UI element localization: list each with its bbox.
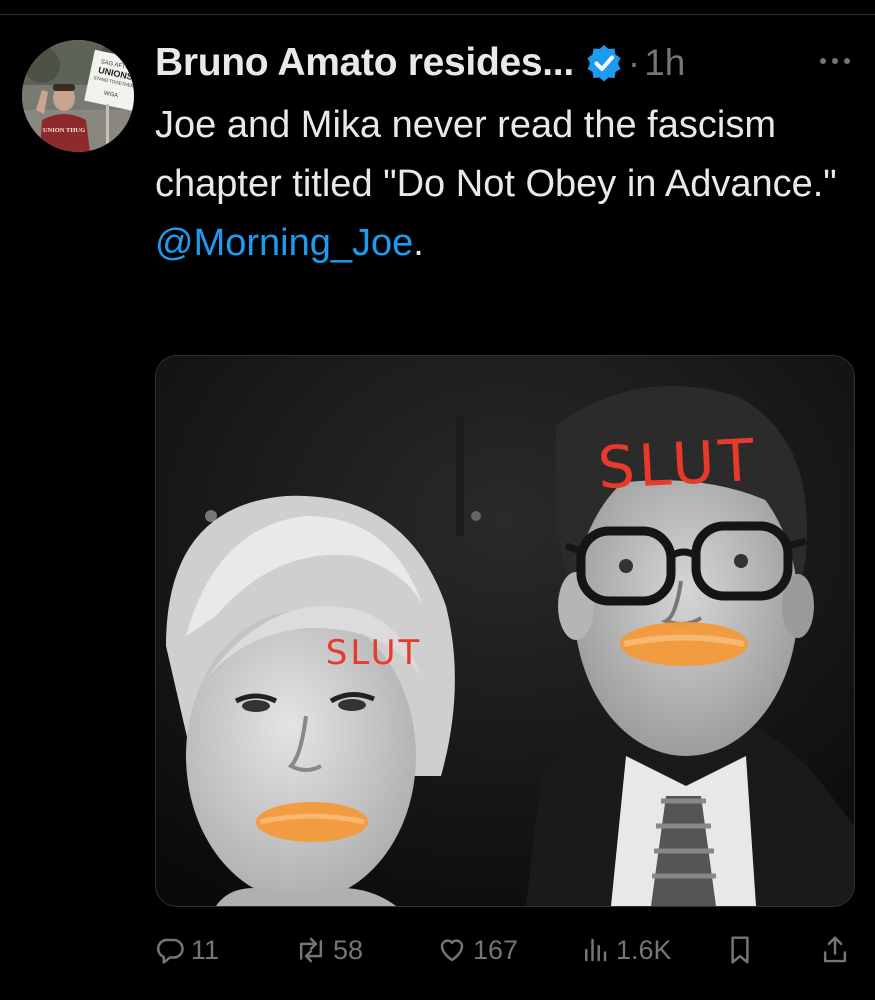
- author-name[interactable]: Bruno Amato resides...: [155, 41, 574, 85]
- views-icon: [585, 938, 607, 962]
- reply-icon: [156, 938, 184, 964]
- tweet-text: Joe and Mika never read the fascism chap…: [155, 96, 845, 273]
- tweet-media[interactable]: SLUT SLUT: [155, 355, 855, 907]
- like-count: 167: [473, 934, 519, 965]
- avatar-image: SAG AFTRA UNIONS STAND TOGETHER WGA UNIO…: [22, 40, 134, 152]
- media-label-left: SLUT: [326, 633, 423, 673]
- verified-badge-icon: [587, 45, 621, 82]
- views-button[interactable]: 1.6K: [580, 925, 672, 975]
- more-icon[interactable]: [810, 46, 860, 76]
- share-icon: [823, 936, 847, 963]
- author-avatar[interactable]: SAG AFTRA UNIONS STAND TOGETHER WGA UNIO…: [22, 40, 134, 152]
- reply-count: 11: [191, 934, 220, 965]
- repost-button[interactable]: 58: [295, 925, 363, 975]
- media-photo: SLUT SLUT: [156, 356, 854, 906]
- share-button[interactable]: [820, 925, 850, 975]
- tweet-text-body: Joe and Mika never read the fascism chap…: [155, 104, 837, 205]
- mention-link[interactable]: @Morning_Joe: [155, 222, 413, 264]
- top-divider: [0, 14, 875, 15]
- tweet-time[interactable]: 1h: [644, 42, 685, 84]
- bookmark-icon: [731, 936, 749, 964]
- repost-count: 58: [333, 934, 364, 965]
- like-button[interactable]: 167: [437, 925, 518, 975]
- reply-button[interactable]: 11: [155, 925, 219, 975]
- tweet-mention-line: @Morning_Joe.: [155, 214, 845, 273]
- tweet-header: Bruno Amato resides... · 1h: [155, 40, 685, 86]
- separator-dot: ·: [627, 42, 641, 83]
- views-count: 1.6K: [616, 934, 672, 965]
- mention-suffix: .: [413, 222, 424, 264]
- bookmark-button[interactable]: [725, 925, 755, 975]
- media-label-right: SLUT: [596, 426, 759, 502]
- action-bar: 11 58 167 1.6K: [155, 925, 855, 975]
- avatar-shirt-text: UNION THUG: [43, 127, 85, 134]
- repost-icon: [299, 937, 323, 963]
- like-icon: [440, 939, 464, 962]
